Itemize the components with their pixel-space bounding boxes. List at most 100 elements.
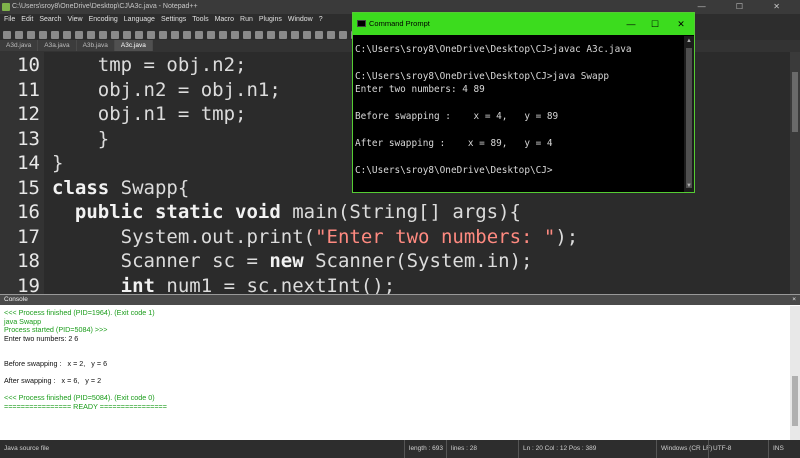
line-number: 18 [17,250,40,272]
file-tab[interactable]: A3b.java [76,40,115,51]
editor-scroll-thumb[interactable] [792,72,798,132]
code-line[interactable]: obj.n1 = tmp; [52,103,247,125]
file-tab[interactable]: A3a.java [38,40,77,51]
menu-item[interactable]: View [68,16,83,23]
menu-item[interactable]: Window [288,16,313,23]
line-number: 19 [17,274,40,295]
toolbar-button-icon[interactable] [15,31,23,39]
toolbar-button-icon[interactable] [123,31,131,39]
npp-app-icon [2,3,10,11]
code-line[interactable]: } [52,152,63,174]
cmd-scroll-down-icon[interactable]: ▼ [685,182,693,190]
cmd-app-icon [357,20,366,27]
toolbar-button-icon[interactable] [315,31,323,39]
code-token: } [52,152,64,174]
menu-item[interactable]: Macro [215,16,234,23]
toolbar-button-icon[interactable] [39,31,47,39]
menu-item[interactable]: Run [240,16,253,23]
editor-vertical-scrollbar[interactable] [790,52,800,294]
cmd-output-line: Enter two numbers: 4 89 [355,84,485,96]
toolbar-button-icon[interactable] [327,31,335,39]
toolbar-button-icon[interactable] [75,31,83,39]
command-prompt-window[interactable]: Command Prompt — ☐ ✕ C:\Users\sroy8\OneD… [352,12,695,193]
code-line[interactable]: Scanner sc = new Scanner(System.in); [52,250,533,272]
console-scroll-thumb[interactable] [792,376,798,426]
cmd-close-button[interactable]: ✕ [669,13,693,35]
toolbar-button-icon[interactable] [339,31,347,39]
toolbar-button-icon[interactable] [255,31,263,39]
toolbar-button-icon[interactable] [147,31,155,39]
code-line[interactable]: System.out.print("Enter two numbers: "); [52,225,579,248]
line-number: 15 [17,176,40,199]
toolbar-button-icon[interactable] [291,31,299,39]
toolbar-button-icon[interactable] [27,31,35,39]
file-tab[interactable]: A3c.java [114,40,153,51]
cmd-scrollbar[interactable]: ▲ ▼ [684,36,694,192]
code-line[interactable]: obj.n2 = obj.n1; [52,79,281,101]
code-line[interactable]: int num1 = sc.nextInt(); [52,274,396,295]
code-line[interactable]: tmp = obj.n2; [52,54,247,76]
console-close-icon[interactable]: × [792,295,796,305]
console-scrollbar[interactable] [790,306,800,441]
toolbar-button-icon[interactable] [279,31,287,39]
menu-item[interactable]: Plugins [259,16,282,23]
code-token: tmp = obj.n2; [52,54,247,76]
toolbar-button-icon[interactable] [267,31,275,39]
cmd-minimize-button[interactable]: — [619,13,643,35]
status-length: length : 693 [404,440,443,458]
toolbar-button-icon[interactable] [183,31,191,39]
line-number: 11 [17,78,40,101]
menu-item[interactable]: ? [319,16,323,23]
toolbar-button-icon[interactable] [3,31,11,39]
menu-item[interactable]: Edit [21,16,33,23]
code-line[interactable]: public static void main(String[] args){ [52,201,521,223]
menu-item[interactable]: Tools [192,16,208,23]
code-line[interactable]: class Swapp{ [52,177,189,199]
cmd-output-line: Before swapping : x = 4, y = 89 [355,110,559,122]
toolbar-button-icon[interactable] [111,31,119,39]
cmd-output-line: C:\Users\sroy8\OneDrive\Desktop\CJ>javac… [355,44,632,55]
toolbar-button-icon[interactable] [87,31,95,39]
menu-item[interactable]: Encoding [89,16,118,23]
string-literal: "Enter two numbers: " [315,225,556,248]
console-output: <<< Process finished (PID=1964). (Exit c… [4,308,784,411]
menu-item[interactable]: File [4,16,15,23]
toolbar-button-icon[interactable] [63,31,71,39]
code-token: obj.n2 = obj.n1; [52,78,281,101]
toolbar-button-icon[interactable] [207,31,215,39]
menu-item[interactable]: Language [124,16,155,23]
toolbar-button-icon[interactable] [231,31,239,39]
toolbar-button-icon[interactable] [51,31,59,39]
keyword: class [52,176,110,199]
toolbar-button-icon[interactable] [243,31,251,39]
status-encoding[interactable]: UTF-8 [708,440,731,458]
cmd-output-line: C:\Users\sroy8\OneDrive\Desktop\CJ> [355,164,553,176]
status-eol[interactable]: Windows (CR LF) [656,440,712,458]
cmd-title-bar[interactable]: Command Prompt — ☐ ✕ [353,13,694,35]
console-line: <<< Process finished (PID=1964). (Exit c… [4,308,155,317]
code-line[interactable]: } [52,128,109,150]
line-number: 10 [17,54,40,76]
cmd-maximize-button[interactable]: ☐ [643,13,667,35]
npp-window-controls[interactable]: — ☐ ✕ [698,0,794,14]
file-tab[interactable]: A3d.java [0,40,39,51]
code-token: num1 = sc.nextInt(); [154,274,396,295]
status-bar: Java source file length : 693 lines : 28… [0,440,800,458]
menu-item[interactable]: Settings [161,16,186,23]
menu-item[interactable]: Search [39,16,61,23]
code-token: obj.n1 = tmp; [52,103,247,125]
cmd-output[interactable]: C:\Users\sroy8\OneDrive\Desktop\CJ>javac… [355,43,683,177]
toolbar-button-icon[interactable] [303,31,311,39]
toolbar-button-icon[interactable] [219,31,227,39]
toolbar-button-icon[interactable] [135,31,143,39]
toolbar-button-icon[interactable] [159,31,167,39]
toolbar-button-icon[interactable] [171,31,179,39]
cmd-scroll-thumb[interactable] [686,48,692,188]
toolbar-button-icon[interactable] [195,31,203,39]
toolbar-button-icon[interactable] [99,31,107,39]
keyword: public static void [52,201,281,223]
cmd-scroll-up-icon[interactable]: ▲ [685,37,693,45]
console-line: Enter two numbers: 2 6 [4,333,79,343]
